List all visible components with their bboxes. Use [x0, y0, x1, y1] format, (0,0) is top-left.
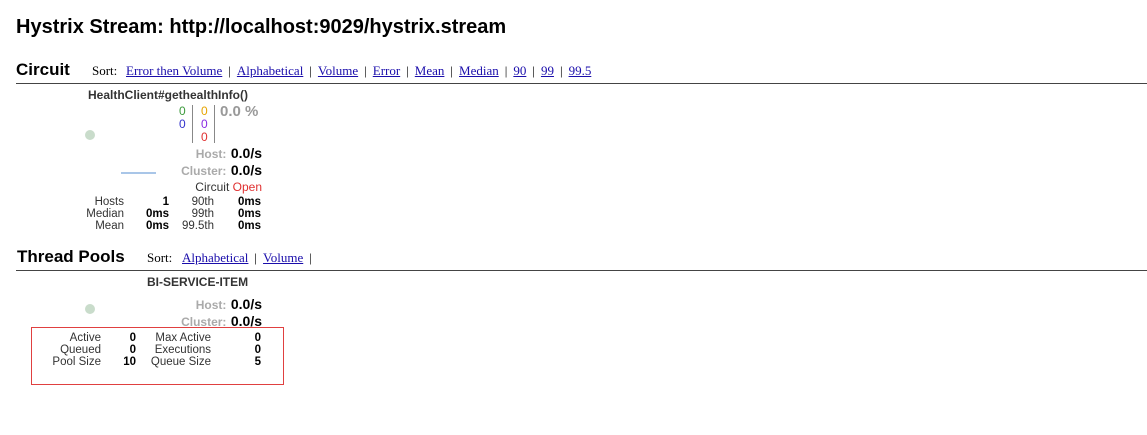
hosts-value: 1 [162, 196, 169, 208]
thread-pools-sort-links: Alphabetical | Volume | [182, 250, 318, 266]
separator: | [228, 63, 231, 78]
queued-value: 0 [129, 344, 136, 356]
queue-size-label: Queue Size [150, 356, 211, 368]
sort-99-link[interactable]: 99 [541, 63, 554, 79]
sort-volume-link[interactable]: Volume [263, 250, 303, 266]
cluster-rate-label: Cluster: [181, 164, 227, 178]
circuit-host-rate-row: Host: 0.0/s [150, 145, 262, 163]
active-label: Active [69, 332, 101, 344]
p90-label: 90th [191, 196, 214, 208]
rejected-count: 0 [201, 117, 208, 131]
circuit-status-row: Circuit Open [150, 180, 262, 194]
hosts-label: Hosts [94, 196, 124, 208]
host-rate-label: Host: [195, 298, 227, 312]
separator: | [309, 63, 312, 78]
sort-median-link[interactable]: Median [459, 63, 499, 79]
health-circle-icon [85, 130, 95, 140]
host-rate-value: 0.0/s [230, 296, 262, 312]
separator: | [450, 63, 454, 78]
cluster-rate-value: 0.0/s [230, 162, 262, 178]
host-rate-value: 0.0/s [230, 145, 262, 161]
separator: | [406, 63, 409, 78]
separator: | [504, 63, 508, 78]
sort-alphabetical-link[interactable]: Alphabetical [182, 250, 248, 266]
sort-error-then-volume-link[interactable]: Error then Volume [126, 63, 222, 79]
host-rate-label: Host: [195, 147, 227, 161]
executions-value: 0 [254, 344, 261, 356]
timeout-count: 0 [201, 104, 208, 118]
mean-value: 0ms [145, 220, 169, 232]
median-value: 0ms [145, 208, 169, 220]
p90-value: 0ms [237, 196, 261, 208]
error-percentage: 0.0 % [220, 103, 259, 120]
separator: | [559, 63, 563, 78]
failure-count: 0 [201, 130, 208, 144]
active-value: 0 [129, 332, 136, 344]
p99-label: 99th [191, 208, 214, 220]
pool-host-rate-row: Host: 0.0/s [150, 296, 262, 314]
thread-pool-monitor-title[interactable]: BI-SERVICE-ITEM [147, 275, 248, 289]
sort-alphabetical-link[interactable]: Alphabetical [237, 63, 303, 79]
page-title: Hystrix Stream: http://localhost:9029/hy… [16, 16, 507, 38]
median-label: Median [86, 208, 124, 220]
circuit-status-value: Open [232, 180, 262, 194]
pool-size-label: Pool Size [52, 356, 101, 368]
short-circuited-count: 0 [179, 117, 186, 131]
max-active-value: 0 [254, 332, 261, 344]
separator: | [532, 63, 535, 78]
circuit-status-label: Circuit [195, 180, 230, 194]
executions-label: Executions [154, 344, 211, 356]
thread-pools-divider [16, 270, 1147, 271]
circuit-monitor-title[interactable]: HealthClient#gethealthInfo() [88, 88, 248, 102]
pool-size-value: 10 [123, 356, 136, 368]
circuit-cluster-rate-row: Cluster: 0.0/s [150, 162, 262, 180]
p995-label: 99.5th [182, 220, 214, 232]
thread-pools-sort-label: Sort: [147, 250, 173, 265]
sort-volume-link[interactable]: Volume [318, 63, 358, 79]
queue-size-value: 5 [254, 356, 261, 368]
queued-label: Queued [60, 344, 101, 356]
circuit-divider [16, 83, 1147, 84]
p995-value: 0ms [237, 220, 261, 232]
counter-divider [192, 105, 193, 143]
thread-pools-section-title: Thread Pools [17, 247, 125, 266]
max-active-label: Max Active [155, 332, 211, 344]
mean-label: Mean [95, 220, 124, 232]
circuit-section-title: Circuit [16, 60, 70, 79]
sort-90-link[interactable]: 90 [513, 63, 526, 79]
separator: | [309, 250, 312, 265]
separator: | [254, 250, 258, 265]
sort-99-5-link[interactable]: 99.5 [569, 63, 592, 79]
circuit-sort-links: Error then Volume | Alphabetical | Volume |… [126, 63, 591, 79]
separator: | [364, 63, 367, 78]
health-circle-icon [85, 304, 95, 314]
success-count: 0 [179, 104, 186, 118]
sort-mean-link[interactable]: Mean [415, 63, 445, 79]
p99-value: 0ms [237, 208, 261, 220]
counter-divider [214, 105, 215, 143]
sort-error-link[interactable]: Error [373, 63, 400, 79]
circuit-sort-label: Sort: [92, 63, 118, 78]
